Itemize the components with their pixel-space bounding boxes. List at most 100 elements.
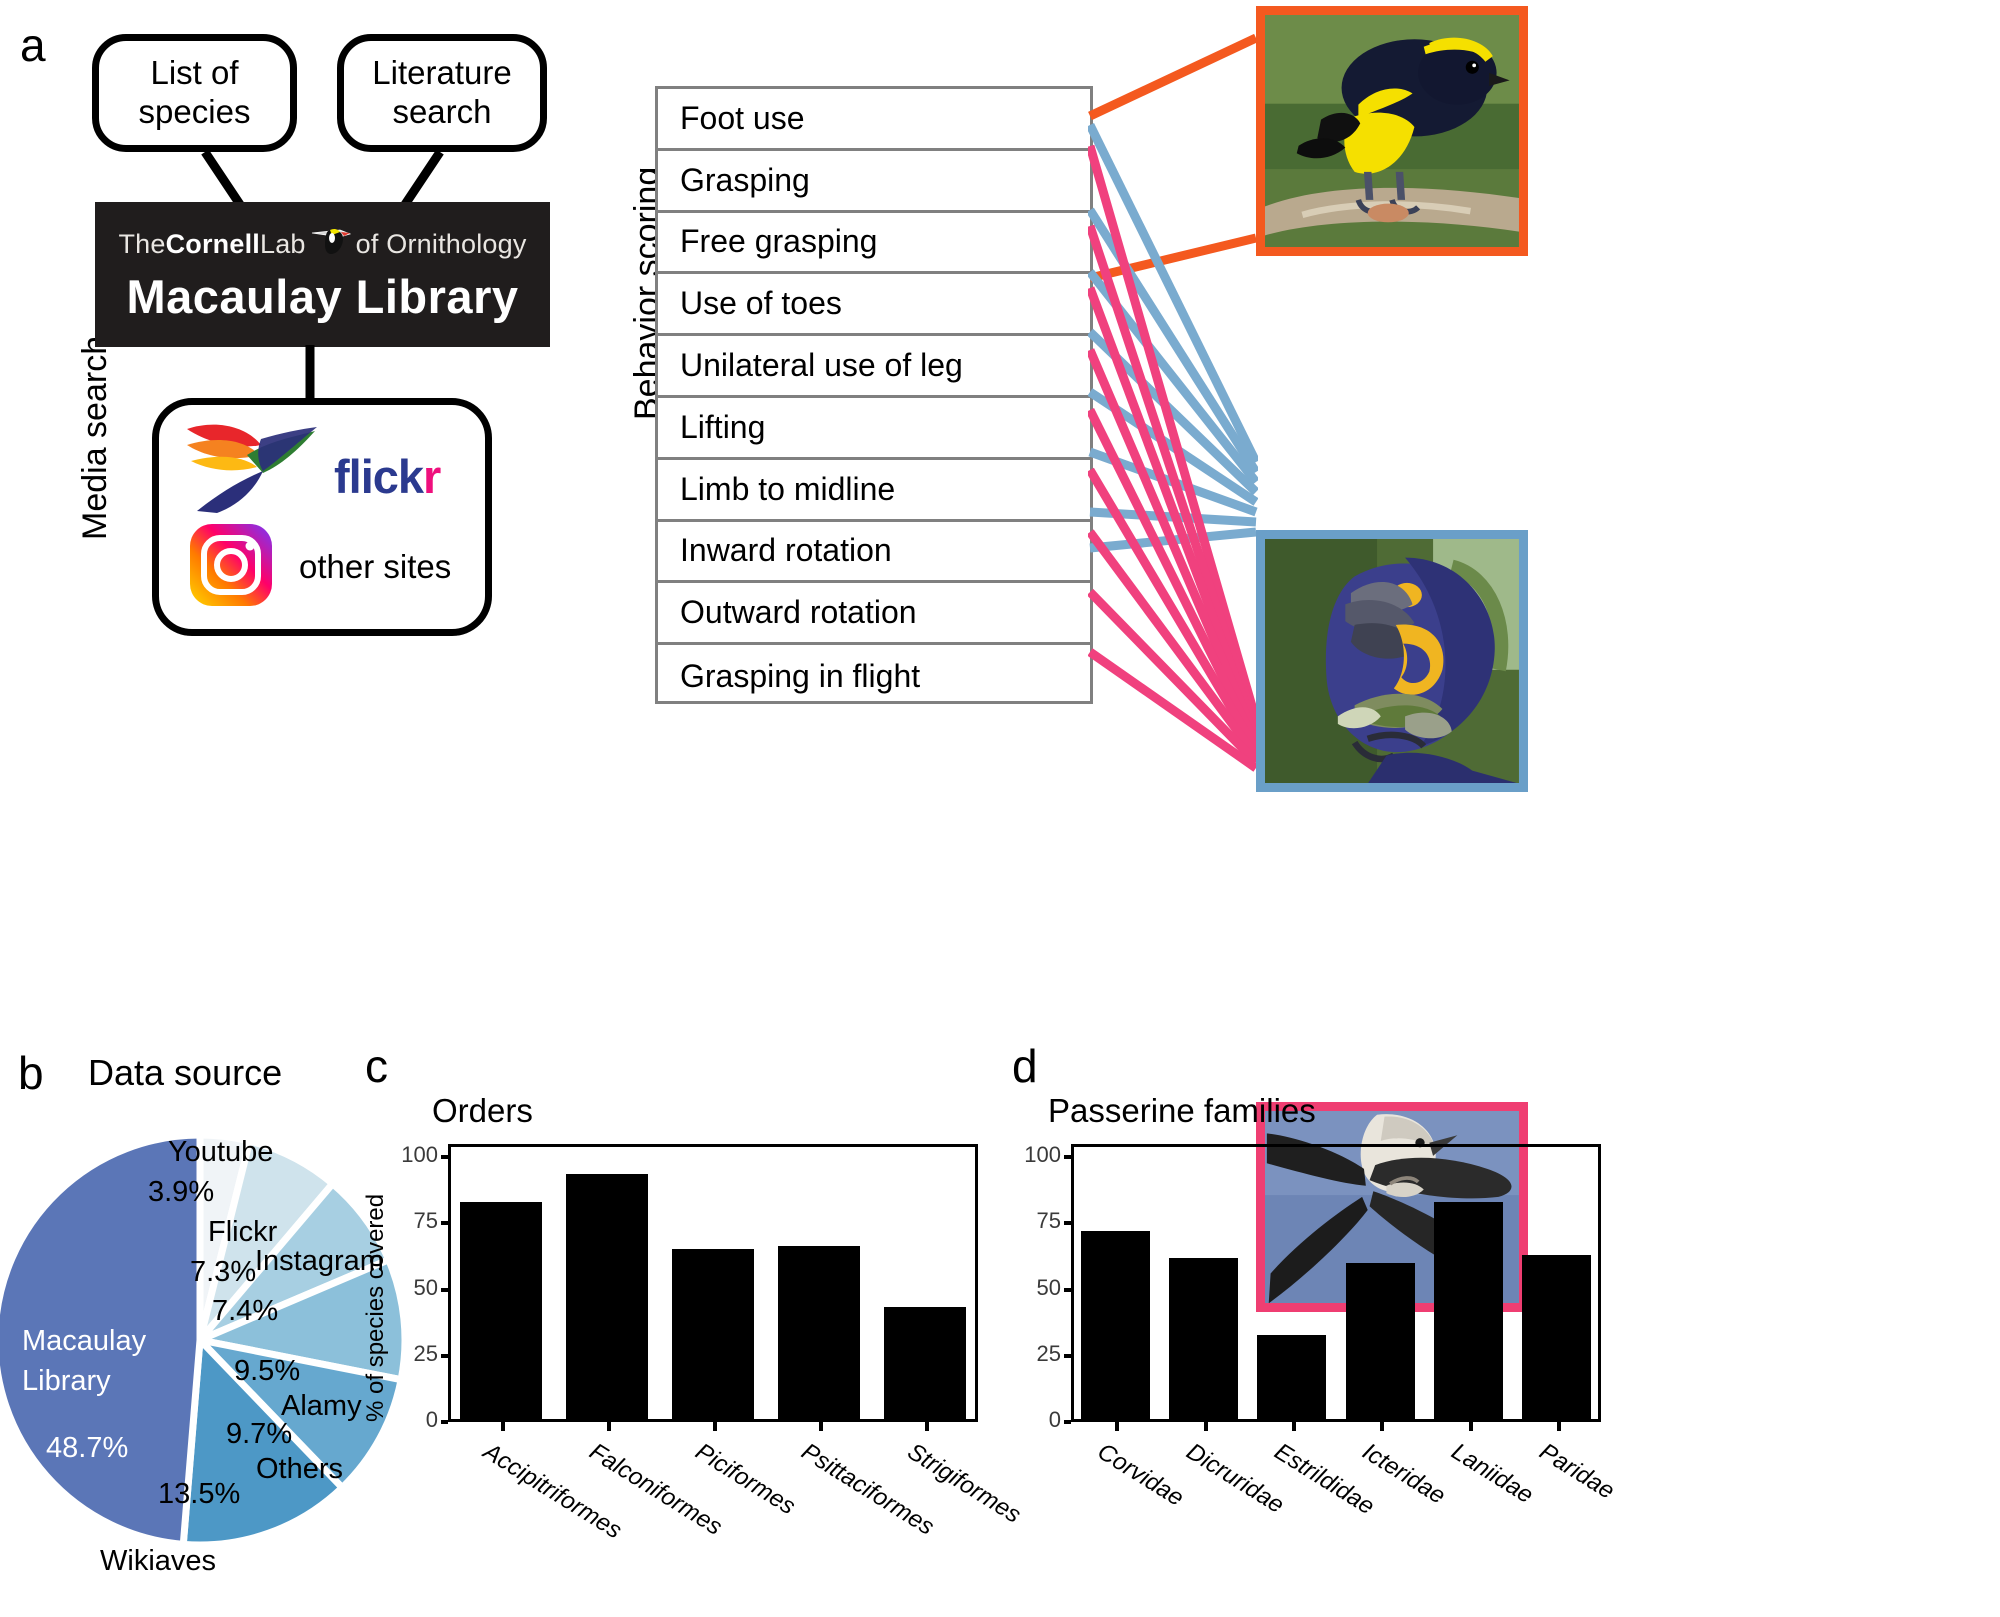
y-axis-tick (1064, 1353, 1071, 1358)
flickr-wordmark: flickr (334, 449, 441, 504)
behavior-row-label: Outward rotation (680, 594, 917, 631)
bar (1257, 1334, 1327, 1422)
bar (459, 1202, 543, 1422)
orange-framed-tanager-photo (1256, 6, 1528, 256)
pie-slice-label: 7.4% (212, 1295, 279, 1327)
cornell-lab: Lab (259, 228, 306, 259)
flickr-word-part2: r (423, 450, 441, 503)
bar (1080, 1231, 1150, 1422)
other-sites-label: other sites (299, 548, 452, 585)
behavior-photo-connectors (1088, 33, 1258, 772)
pie-slice-label: 9.7% (226, 1418, 293, 1450)
x-axis-tick (1556, 1422, 1561, 1431)
x-axis-tick (1115, 1422, 1120, 1431)
pie-slice-label: Alamy (281, 1390, 362, 1422)
x-axis-tick (713, 1422, 717, 1431)
y-axis-tick-label: 25 (413, 1340, 438, 1366)
y-axis-tick-label: 75 (1036, 1208, 1061, 1234)
behavior-row-label: Unilateral use of leg (680, 347, 963, 384)
behavior-row: Foot use (658, 89, 1090, 151)
cornell-lab-wordmark: The Cornell Lab of Ornithology (118, 226, 526, 263)
node-literature-search: Literature search (337, 34, 547, 152)
x-axis-tick (1468, 1422, 1473, 1431)
bar (883, 1306, 967, 1422)
y-axis-tick (441, 1420, 448, 1424)
x-axis-tick (607, 1422, 611, 1431)
y-axis-tick-label: 50 (1036, 1274, 1061, 1300)
x-axis-tick (925, 1422, 929, 1431)
behavior-row-label: Inward rotation (680, 532, 892, 569)
pie-slice-label: Youtube (168, 1136, 274, 1168)
behavior-row: Outward rotation (658, 583, 1090, 646)
x-axis-tick (1291, 1422, 1296, 1431)
pie-slice-label: 48.7% (46, 1432, 129, 1464)
behavior-row: Grasping (658, 151, 1090, 213)
macaulay-library-title: Macaulay Library (126, 269, 519, 323)
media-sources-box: flickr other sites (152, 398, 492, 636)
pie-slice-label: Macaulay (22, 1325, 147, 1357)
y-axis-tick (441, 1353, 448, 1358)
x-axis-tick (1203, 1422, 1208, 1431)
behavior-row-label: Grasping (680, 161, 810, 198)
x-axis-tick-label: Laniidae (1446, 1438, 1538, 1509)
x-axis-tick-label: Corvidae (1092, 1438, 1189, 1512)
y-axis-tick (441, 1287, 448, 1292)
panel-letter-d: d (1012, 1040, 1038, 1092)
x-axis-tick (501, 1422, 505, 1431)
passerine-families-bar-chart: 0 25 50 75 100 Corvidae Dicruridae Estrildidae I… (1005, 1130, 1625, 1600)
x-axis-tick-label: Paridae (1534, 1438, 1619, 1505)
y-axis-tick-label: 0 (1048, 1407, 1061, 1432)
bar (777, 1245, 861, 1422)
pie-slice-label: Library (22, 1365, 111, 1397)
bar (671, 1248, 755, 1422)
pie-slice-label: 7.3% (190, 1256, 257, 1288)
orders-bar-chart: 0 25 50 75 100 Accipitriformes Falconiformes Pi… (362, 1130, 1026, 1600)
instagram-icon (189, 523, 273, 612)
pie-slice-label: 13.5% (158, 1478, 241, 1510)
behavior-scoring-table: Foot use Grasping Free grasping Use of toes… (655, 86, 1093, 704)
y-axis-label: % of species covered (362, 1193, 389, 1422)
behavior-row: Free grasping (658, 213, 1090, 275)
behavior-row: Use of toes (658, 274, 1090, 337)
y-axis-tick-label: 0 (425, 1407, 438, 1432)
cornell-of-ornithology: of Ornithology (355, 228, 527, 259)
y-axis-tick-label: 25 (1036, 1340, 1061, 1366)
y-axis-tick (1064, 1420, 1071, 1424)
pie-slice-label: 3.9% (148, 1176, 215, 1208)
bar (1169, 1257, 1238, 1422)
behavior-row-label: Limb to midline (680, 470, 896, 507)
y-axis-tick (1064, 1155, 1071, 1160)
y-axis-tick (1064, 1221, 1071, 1226)
node-list-of-species-label: List of species (138, 54, 251, 130)
behavior-row-label: Foot use (680, 99, 805, 136)
media-search-label: Media search (76, 335, 114, 540)
pie-slice-label: Wikiaves (100, 1545, 217, 1577)
behavior-row: Unilateral use of leg (658, 336, 1090, 398)
macaulay-library-banner: The Cornell Lab of Ornithology Macaulay Li… (95, 202, 550, 347)
bar (1522, 1255, 1592, 1422)
y-axis-tick (441, 1221, 448, 1226)
cornell-the: The (118, 228, 166, 259)
panel-letter-c: c (365, 1040, 388, 1092)
behavior-row: Inward rotation (658, 522, 1090, 584)
behavior-row: Grasping in flight (658, 645, 1090, 707)
behavior-row-label: Free grasping (680, 223, 878, 260)
panel-letter-a: a (20, 19, 46, 71)
behavior-row: Limb to midline (658, 460, 1090, 522)
x-axis-tick (819, 1422, 823, 1431)
cornell-name: Cornell (165, 228, 260, 259)
woodpecker-logo-icon (310, 226, 352, 263)
orders-chart-title: Orders (432, 1092, 533, 1129)
x-axis-tick (1380, 1422, 1385, 1431)
behavior-row: Lifting (658, 398, 1090, 460)
hummingbird-logo-icon (177, 411, 327, 526)
x-axis-tick-label: Estrildidae (1269, 1438, 1379, 1521)
blue-framed-macaw-photo (1256, 530, 1528, 792)
pie-slice-label: Others (256, 1453, 344, 1485)
node-literature-search-label: Literature search (372, 54, 512, 130)
flickr-word-part1: flick (334, 450, 424, 503)
node-list-of-species: List of species (92, 34, 297, 152)
x-axis-tick-label: Dicruridae (1181, 1438, 1289, 1519)
y-axis-tick (441, 1155, 448, 1160)
bar (1345, 1263, 1415, 1422)
